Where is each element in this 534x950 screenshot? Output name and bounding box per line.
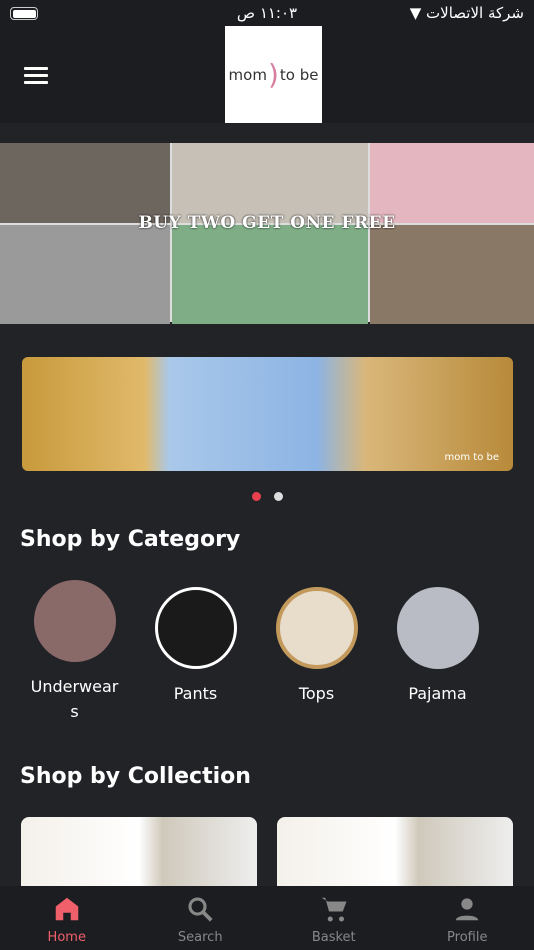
carousel-watermark: mom to be [444,452,500,463]
cart-icon [321,897,347,922]
app-header: mom) to be [0,26,534,123]
shop-by-collection-title: Shop by Collection [20,764,251,789]
person-icon [456,898,479,921]
carousel-dots[interactable] [0,492,534,501]
carrier-label: شركة الاتصالات ▼ [409,4,524,22]
category-pajama[interactable]: Pajama [377,580,498,724]
hamburger-menu-icon[interactable] [24,67,48,88]
category-image [396,587,479,669]
tab-search[interactable]: Search [134,886,268,950]
wifi-icon: ▼ [409,4,422,22]
tab-profile[interactable]: Profile [401,886,534,950]
shop-by-category-title: Shop by Category [20,527,241,552]
tab-home[interactable]: Home [0,886,134,950]
collection-card[interactable] [21,817,257,897]
search-icon [188,897,213,922]
category-image [154,587,237,669]
category-image [275,587,358,669]
category-list: Underwears Pants Tops Pajama [14,580,498,724]
category-pants[interactable]: Pants [135,580,256,724]
dot-1[interactable] [251,492,261,501]
category-tops[interactable]: Tops [256,580,377,724]
status-bar: ١١:٠٣ ص شركة الاتصالات ▼ [0,0,534,28]
brand-logo[interactable]: mom) to be [225,26,322,123]
bottom-tab-bar: Home Search Basket Profile [0,886,534,950]
category-underwears[interactable]: Underwears [14,580,135,724]
category-image [33,580,116,662]
dot-2[interactable] [273,492,283,501]
promo-text: BUY TWO GET ONE FREE [138,213,396,233]
home-icon [55,897,78,921]
tab-basket[interactable]: Basket [267,886,401,950]
collection-card[interactable] [277,817,513,897]
hero-carousel[interactable]: mom to be [22,357,513,471]
